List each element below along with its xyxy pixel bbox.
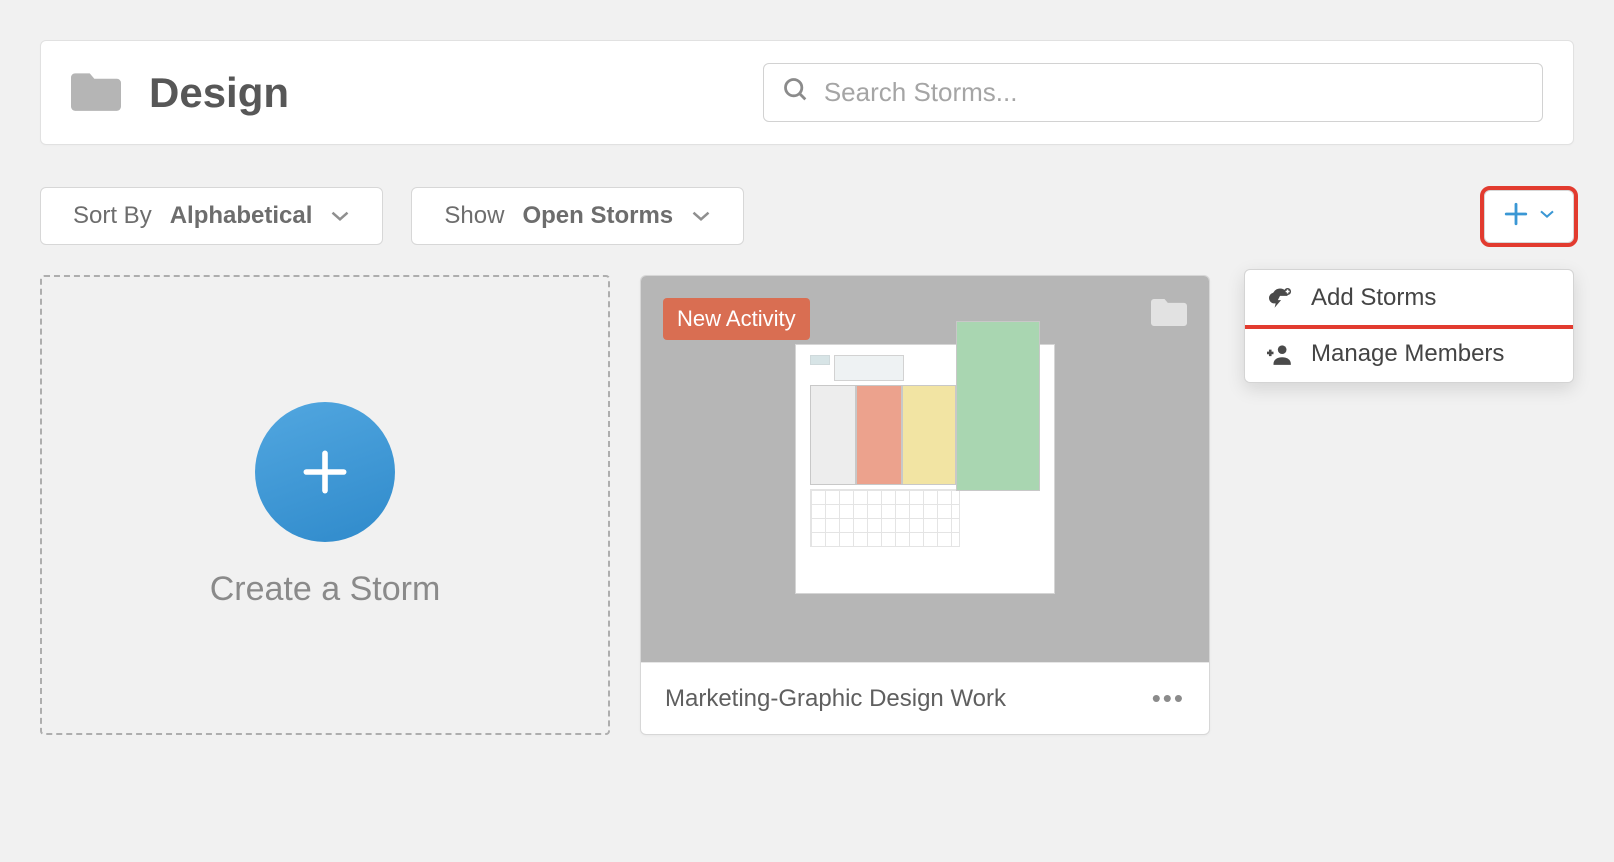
header-bar: Design [40,40,1574,145]
search-input[interactable] [824,77,1524,108]
add-storm-icon [1267,285,1293,311]
sort-dropdown[interactable]: Sort By Alphabetical [40,187,383,245]
create-storm-card[interactable]: Create a Storm [40,275,610,735]
chevron-down-icon [691,202,711,230]
create-storm-plus-circle [255,402,395,542]
menu-item-label: Manage Members [1311,340,1504,368]
more-options-button[interactable]: ••• [1152,683,1185,714]
storm-card[interactable]: New Activity Marketing-Graphic Design Wo… [640,275,1210,735]
storm-preview-icon [795,344,1055,594]
add-menu-dropdown: Add Storms Manage Members [1244,269,1574,383]
manage-members-icon [1267,341,1293,367]
show-dropdown[interactable]: Show Open Storms [411,187,744,245]
chevron-down-icon [1539,207,1555,225]
chevron-down-icon [330,202,350,230]
add-menu-button[interactable] [1484,190,1574,243]
folder-icon [71,69,121,116]
menu-item-add-storms[interactable]: Add Storms [1245,270,1573,326]
menu-item-manage-members[interactable]: Manage Members [1245,326,1573,382]
new-activity-badge: New Activity [663,298,810,340]
create-storm-label: Create a Storm [210,570,441,609]
search-icon [782,76,810,109]
storm-thumbnail: New Activity [641,276,1209,662]
sort-prefix: Sort By [73,202,152,230]
controls-row: Sort By Alphabetical Show Open Storms [40,187,1574,245]
search-field-wrap[interactable] [763,63,1543,122]
menu-item-label: Add Storms [1311,284,1436,312]
storm-card-footer: Marketing-Graphic Design Work ••• [641,662,1209,734]
plus-icon [1503,201,1529,232]
folder-icon [1151,296,1187,331]
show-prefix: Show [444,202,504,230]
storm-title: Marketing-Graphic Design Work [665,685,1006,713]
show-value: Open Storms [522,202,673,230]
page-title: Design [149,69,289,117]
sort-value: Alphabetical [170,202,313,230]
